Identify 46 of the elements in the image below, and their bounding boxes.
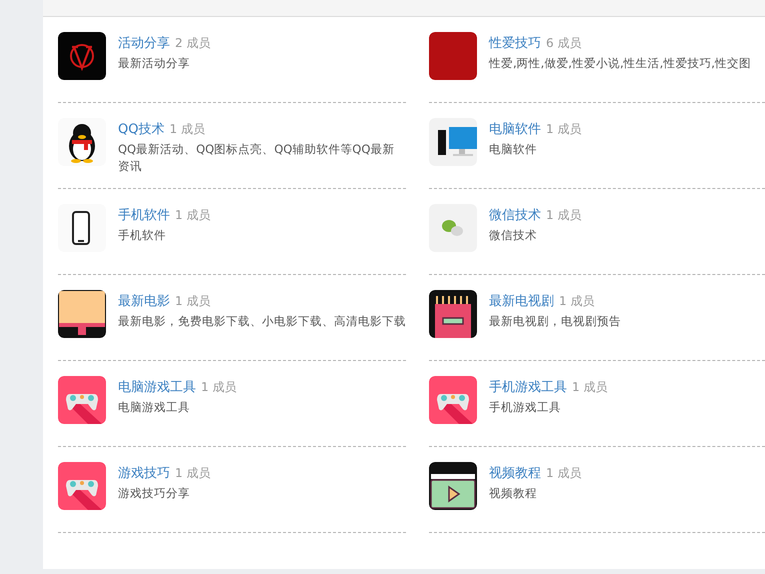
v-logo-icon — [58, 32, 106, 80]
group-description: 视频教程 — [489, 485, 538, 502]
group-name-link[interactable]: 性爱技巧 — [489, 34, 541, 52]
group-name-link[interactable]: 视频教程 — [489, 464, 541, 482]
gamepad-icon — [429, 376, 477, 424]
group-description: QQ最新活动、QQ图标点亮、QQ辅助软件等QQ最新资讯 — [118, 141, 396, 175]
member-count: 1 成员 — [546, 465, 582, 482]
member-count: 6 成员 — [546, 35, 582, 52]
group-name-link[interactable]: 游戏技巧 — [118, 464, 170, 482]
group-name-link[interactable]: 最新电影 — [118, 292, 170, 310]
group-name-link[interactable]: 活动分享 — [118, 34, 170, 52]
photo-placeholder — [429, 32, 477, 80]
group-description: 手机游戏工具 — [489, 399, 562, 416]
member-count: 1 成员 — [175, 293, 210, 310]
gamepad-icon — [58, 462, 106, 510]
group-name-link[interactable]: QQ技术 — [118, 120, 164, 138]
chat-bubbles-icon — [429, 204, 477, 252]
group-name-link[interactable]: 微信技术 — [489, 206, 541, 224]
group-description: 最新活动分享 — [118, 55, 191, 72]
popcorn-box-icon — [429, 290, 477, 338]
group-name-link[interactable]: 电脑软件 — [489, 120, 541, 138]
group-description: 性爱,两性,做爱,性爱小说,性生活,性爱技巧,性交图 — [489, 55, 751, 72]
monitor-icon — [58, 290, 106, 338]
member-count: 1 成员 — [175, 207, 210, 224]
group-description: 电脑软件 — [489, 141, 538, 158]
gamepad-icon — [58, 376, 106, 424]
group-description: 游戏技巧分享 — [118, 485, 191, 502]
member-count: 1 成员 — [559, 293, 594, 310]
group-name-link[interactable]: 电脑游戏工具 — [118, 378, 196, 396]
group-description: 手机软件 — [118, 227, 167, 244]
member-count: 1 成员 — [175, 465, 210, 482]
group-description: 最新电影，免费电影下载、小电影下载、高清电影下载 — [118, 313, 406, 330]
group-description: 最新电视剧，电视剧预告 — [489, 313, 621, 330]
group-description: 电脑游戏工具 — [118, 399, 191, 416]
member-count: 1 成员 — [169, 121, 205, 138]
member-count: 1 成员 — [201, 379, 236, 396]
member-count: 1 成员 — [572, 379, 608, 396]
group-description: 微信技术 — [489, 227, 538, 244]
group-name-link[interactable]: 手机软件 — [118, 206, 170, 224]
group-name-link[interactable]: 最新电视剧 — [489, 292, 554, 310]
member-count: 2 成员 — [175, 35, 210, 52]
film-clapper-icon — [429, 462, 477, 510]
member-count: 1 成员 — [546, 207, 582, 224]
computer-icon — [429, 118, 477, 166]
member-count: 1 成员 — [546, 121, 582, 138]
group-name-link[interactable]: 手机游戏工具 — [489, 378, 567, 396]
